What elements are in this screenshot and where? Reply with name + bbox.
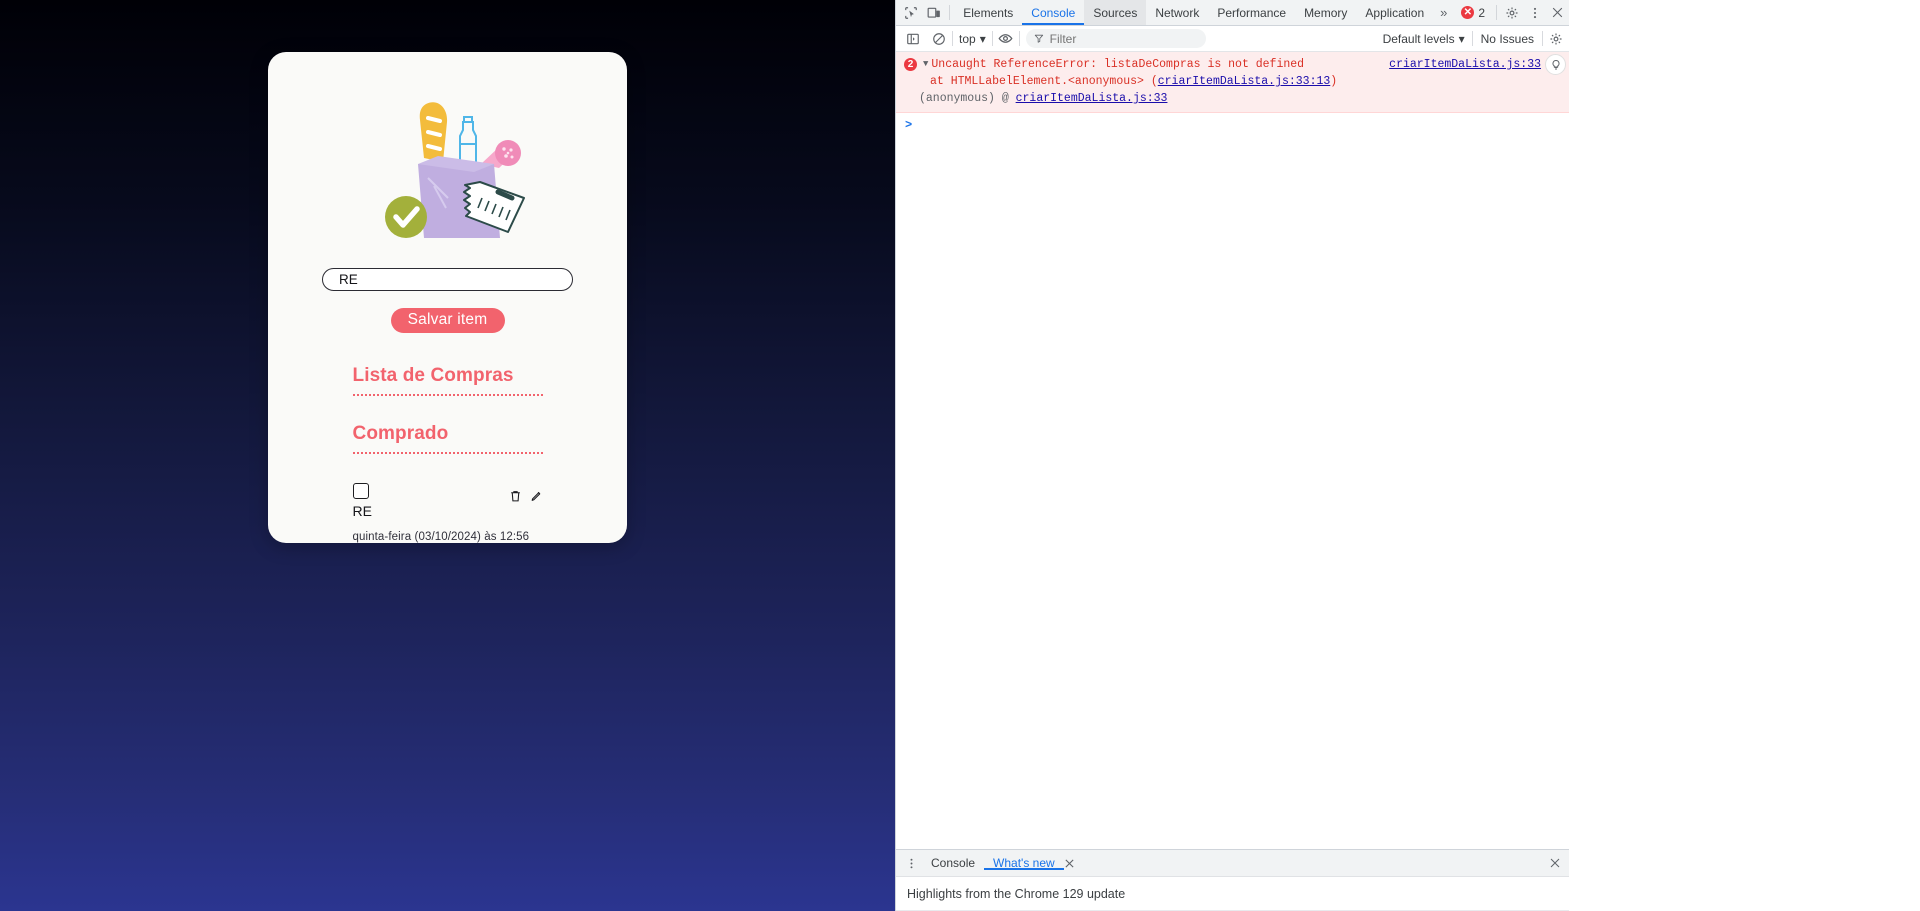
console-filter[interactable] <box>1025 29 1206 48</box>
error-stack-suffix: ) <box>1330 75 1338 88</box>
tab-network[interactable]: Network <box>1146 0 1208 25</box>
drawer-more-options-icon[interactable] <box>900 857 922 870</box>
console-settings-gear-icon[interactable] <box>1543 32 1569 46</box>
drawer-tabbar: Console What's new <box>896 850 1569 877</box>
edit-pencil-icon[interactable] <box>530 489 543 503</box>
error-source-link[interactable]: criarItemDaLista.js:33:13 <box>1158 75 1331 88</box>
log-levels-label: Default levels <box>1382 31 1455 46</box>
bought-items-list: RE quinta-feira (03/10/2024) às 12:56 <box>352 482 543 543</box>
drawer-tab-whats-new[interactable]: What's new <box>984 856 1064 870</box>
toolbar-divider-5 <box>1018 31 1020 46</box>
browser-viewport: Salvar item Lista de Compras Comprado RE… <box>0 0 895 911</box>
error-stack-prefix: at HTMLLabelElement.<anonymous> ( <box>930 75 1158 88</box>
console-error-message[interactable]: 2 ▼ Uncaught ReferenceError: listaDeComp… <box>896 52 1569 113</box>
settings-gear-icon[interactable] <box>1501 0 1524 25</box>
new-item-input[interactable] <box>322 268 573 292</box>
issues-button[interactable]: No Issues <box>1473 32 1542 46</box>
tab-application[interactable]: Application <box>1356 0 1433 25</box>
close-devtools-icon[interactable] <box>1546 0 1569 25</box>
bread-icon <box>419 102 447 162</box>
item-label: RE <box>352 502 372 519</box>
prompt-caret-icon: > <box>905 118 913 132</box>
console-messages: 2 ▼ Uncaught ReferenceError: listaDeComp… <box>896 52 1569 849</box>
expand-caret-icon[interactable]: ▼ <box>923 56 928 73</box>
shopping-list-heading: Lista de Compras <box>352 365 543 396</box>
error-text: Uncaught ReferenceError: listaDeCompras … <box>931 58 1305 71</box>
issue-lamp-icon[interactable] <box>1545 54 1566 75</box>
devtools-tabbar: Elements Console Sources Network Perform… <box>896 0 1569 26</box>
error-count-badge[interactable]: ✕ 2 <box>1454 0 1492 25</box>
log-levels-select[interactable]: Default levels ▾ <box>1376 32 1472 46</box>
bought-heading: Comprado <box>352 423 543 454</box>
console-toolbar: top ▾ Default levels ▾ No Issues <box>896 26 1569 52</box>
execution-context-label: top <box>959 31 976 46</box>
toolbar-divider-2 <box>1496 5 1497 20</box>
save-item-button[interactable]: Salvar item <box>390 308 505 333</box>
list-item <box>352 482 543 503</box>
console-filter-input[interactable] <box>1049 31 1198 46</box>
item-actions <box>509 483 543 503</box>
tab-elements[interactable]: Elements <box>954 0 1022 25</box>
toolbar-divider <box>949 5 951 20</box>
execution-context-select[interactable]: top ▾ <box>953 32 992 46</box>
drawer-close-icon[interactable] <box>1549 857 1561 869</box>
item-checkbox[interactable] <box>352 482 369 499</box>
error-count-label: 2 <box>1478 5 1486 20</box>
check-badge-icon <box>384 196 427 238</box>
drawer-tab-console[interactable]: Console <box>922 856 984 870</box>
error-count-dot-icon: 2 <box>904 58 917 71</box>
chevron-down-icon-levels: ▾ <box>1458 31 1465 46</box>
devtools-drawer: Console What's new Highlights from the C… <box>896 849 1569 911</box>
error-line-2: at HTMLLabelElement.<anonymous> (criarIt… <box>896 73 1569 90</box>
device-toolbar-icon[interactable] <box>923 0 946 25</box>
error-origin-link[interactable]: criarItemDaLista.js:33 <box>1389 56 1541 73</box>
item-timestamp: quinta-feira (03/10/2024) às 12:56 <box>352 531 530 543</box>
error-source-link-2[interactable]: criarItemDaLista.js:33 <box>1016 92 1168 105</box>
drawer-tab-close-icon[interactable] <box>1064 858 1083 869</box>
tab-memory[interactable]: Memory <box>1295 0 1356 25</box>
anonymous-frame-label: (anonymous) @ <box>919 92 1016 105</box>
error-line-3: (anonymous) @ criarItemDaLista.js:33 <box>896 90 1569 107</box>
grocery-bag-illustration <box>348 86 548 246</box>
console-prompt[interactable]: > <box>896 113 1569 132</box>
more-tabs-icon[interactable]: » <box>1433 0 1454 25</box>
tab-performance[interactable]: Performance <box>1208 0 1295 25</box>
error-dot-icon: ✕ <box>1461 6 1475 19</box>
delete-icon[interactable] <box>509 489 522 503</box>
live-expression-eye-icon[interactable] <box>993 31 1019 46</box>
console-sidebar-icon[interactable] <box>900 32 926 46</box>
tab-sources[interactable]: Sources <box>1084 0 1147 25</box>
clear-console-icon[interactable] <box>926 32 952 46</box>
more-options-icon[interactable] <box>1524 0 1547 25</box>
tab-console[interactable]: Console <box>1022 0 1085 25</box>
whats-new-content: Highlights from the Chrome 129 update <box>896 877 1569 911</box>
shopping-list-card: Salvar item Lista de Compras Comprado RE… <box>268 52 627 543</box>
devtools-panel: Elements Console Sources Network Perform… <box>895 0 1920 911</box>
chevron-down-icon: ▾ <box>979 31 986 46</box>
inspect-element-icon[interactable] <box>900 0 923 25</box>
filter-icon <box>1034 34 1043 43</box>
